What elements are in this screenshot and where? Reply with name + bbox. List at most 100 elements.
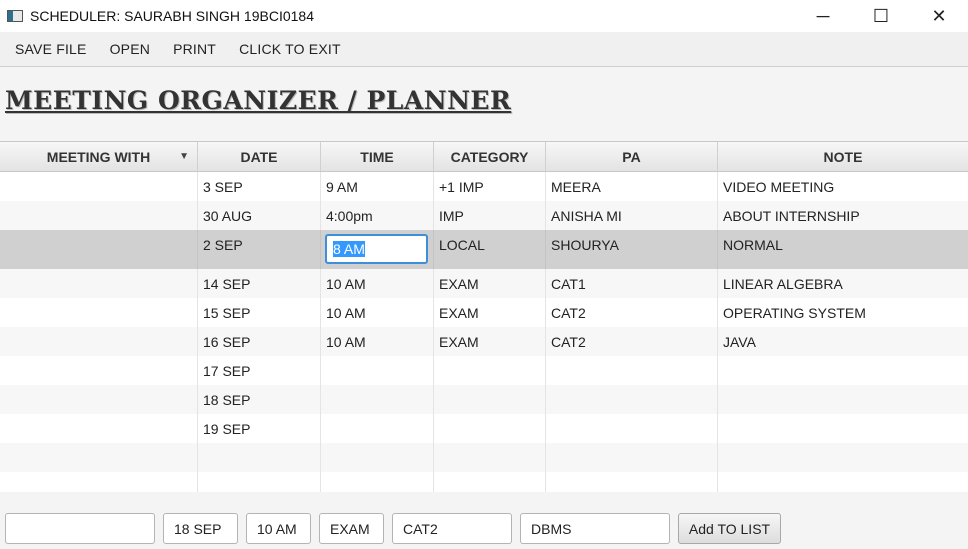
cell-category[interactable]: [434, 443, 546, 472]
cell-meeting-with[interactable]: [0, 298, 198, 327]
table-row[interactable]: 3 SEP 9 AM +1 IMP MEERA VIDEO MEETING: [0, 172, 968, 201]
cell-pa[interactable]: CAT2: [546, 298, 718, 327]
cell-category[interactable]: EXAM: [434, 298, 546, 327]
cell-note[interactable]: [718, 385, 968, 414]
menu-click-to-exit[interactable]: CLICK TO EXIT: [227, 41, 352, 57]
cell-time[interactable]: [321, 385, 434, 414]
cell-category[interactable]: LOCAL: [434, 230, 546, 269]
table-row[interactable]: 15 SEP 10 AM EXAM CAT2 OPERATING SYSTEM: [0, 298, 968, 327]
cell-time[interactable]: [321, 356, 434, 385]
meeting-with-input[interactable]: [5, 513, 155, 544]
date-input[interactable]: 18 SEP: [163, 513, 238, 544]
time-input[interactable]: 10 AM: [246, 513, 311, 544]
cell-time[interactable]: 10 AM: [321, 327, 434, 356]
column-header-pa[interactable]: PA: [546, 142, 718, 171]
cell-time[interactable]: 4:00pm: [321, 201, 434, 230]
table-row[interactable]: [0, 443, 968, 472]
cell-date[interactable]: 14 SEP: [198, 269, 321, 298]
cell-note[interactable]: [718, 414, 968, 443]
cell-date[interactable]: 2 SEP: [198, 230, 321, 269]
cell-note[interactable]: ABOUT INTERNSHIP: [718, 201, 968, 230]
table-row[interactable]: 19 SEP: [0, 414, 968, 443]
cell-note[interactable]: VIDEO MEETING: [718, 172, 968, 201]
cell-time[interactable]: [321, 414, 434, 443]
cell-pa[interactable]: [546, 356, 718, 385]
cell-note[interactable]: [718, 472, 968, 493]
menu-open[interactable]: OPEN: [98, 41, 161, 57]
column-header-meeting-with[interactable]: MEETING WITH ▼: [0, 142, 198, 171]
cell-category[interactable]: [434, 472, 546, 493]
cell-pa[interactable]: CAT2: [546, 327, 718, 356]
close-icon[interactable]: ✕: [910, 0, 968, 32]
note-input[interactable]: DBMS: [520, 513, 670, 544]
table-row[interactable]: 14 SEP 10 AM EXAM CAT1 LINEAR ALGEBRA: [0, 269, 968, 298]
cell-note[interactable]: NORMAL: [718, 230, 968, 269]
cell-meeting-with[interactable]: [0, 356, 198, 385]
cell-category[interactable]: EXAM: [434, 327, 546, 356]
table-row[interactable]: 17 SEP: [0, 356, 968, 385]
cell-category[interactable]: [434, 414, 546, 443]
cell-meeting-with[interactable]: [0, 472, 198, 493]
cell-date[interactable]: 18 SEP: [198, 385, 321, 414]
cell-pa[interactable]: [546, 414, 718, 443]
table-row[interactable]: 18 SEP: [0, 385, 968, 414]
menu-save-file[interactable]: SAVE FILE: [0, 41, 98, 57]
cell-date[interactable]: 30 AUG: [198, 201, 321, 230]
cell-date[interactable]: [198, 472, 321, 493]
maximize-icon[interactable]: ☐: [852, 0, 910, 32]
cell-date[interactable]: 19 SEP: [198, 414, 321, 443]
cell-meeting-with[interactable]: [0, 172, 198, 201]
cell-pa[interactable]: [546, 385, 718, 414]
cell-pa[interactable]: ANISHA MI: [546, 201, 718, 230]
pa-input[interactable]: CAT2: [392, 513, 512, 544]
column-header-note[interactable]: NOTE: [718, 142, 968, 171]
cell-time[interactable]: [321, 443, 434, 472]
window-title: SCHEDULER: SAURABH SINGH 19BCI0184: [30, 8, 314, 24]
cell-category[interactable]: IMP: [434, 201, 546, 230]
cell-date[interactable]: 16 SEP: [198, 327, 321, 356]
cell-category[interactable]: +1 IMP: [434, 172, 546, 201]
cell-pa[interactable]: MEERA: [546, 172, 718, 201]
table-row[interactable]: [0, 472, 968, 493]
sort-descending-icon[interactable]: ▼: [179, 151, 189, 162]
cell-meeting-with[interactable]: [0, 230, 198, 269]
minimize-icon[interactable]: ─: [794, 0, 852, 32]
cell-meeting-with[interactable]: [0, 327, 198, 356]
cell-meeting-with[interactable]: [0, 385, 198, 414]
cell-note[interactable]: OPERATING SYSTEM: [718, 298, 968, 327]
cell-pa[interactable]: SHOURYA: [546, 230, 718, 269]
cell-meeting-with[interactable]: [0, 269, 198, 298]
cell-pa[interactable]: CAT1: [546, 269, 718, 298]
cell-time[interactable]: [321, 472, 434, 493]
cell-pa[interactable]: [546, 443, 718, 472]
cell-time[interactable]: 10 AM: [321, 269, 434, 298]
cell-category[interactable]: [434, 385, 546, 414]
menu-print[interactable]: PRINT: [161, 41, 227, 57]
cell-note[interactable]: [718, 443, 968, 472]
column-header-category[interactable]: CATEGORY: [434, 142, 546, 171]
cell-date[interactable]: 3 SEP: [198, 172, 321, 201]
column-header-date[interactable]: DATE: [198, 142, 321, 171]
cell-note[interactable]: [718, 356, 968, 385]
cell-time[interactable]: 10 AM: [321, 298, 434, 327]
cell-category[interactable]: EXAM: [434, 269, 546, 298]
cell-edit-input[interactable]: 8 AM: [325, 234, 428, 264]
table-row[interactable]: 30 AUG 4:00pm IMP ANISHA MI ABOUT INTERNSHIP: [0, 201, 968, 230]
cell-meeting-with[interactable]: [0, 443, 198, 472]
cell-date[interactable]: 15 SEP: [198, 298, 321, 327]
table-row[interactable]: 16 SEP 10 AM EXAM CAT2 JAVA: [0, 327, 968, 356]
cell-category[interactable]: [434, 356, 546, 385]
cell-time[interactable]: 9 AM: [321, 172, 434, 201]
cell-meeting-with[interactable]: [0, 414, 198, 443]
cell-date[interactable]: 17 SEP: [198, 356, 321, 385]
cell-meeting-with[interactable]: [0, 201, 198, 230]
column-header-time[interactable]: TIME: [321, 142, 434, 171]
cell-note[interactable]: LINEAR ALGEBRA: [718, 269, 968, 298]
cell-pa[interactable]: [546, 472, 718, 493]
add-to-list-button[interactable]: Add TO LIST: [678, 513, 781, 544]
cell-time[interactable]: 8 AM: [321, 230, 434, 269]
cell-note[interactable]: JAVA: [718, 327, 968, 356]
cell-date[interactable]: [198, 443, 321, 472]
selected-table-row[interactable]: 2 SEP 8 AM LOCAL SHOURYA NORMAL: [0, 230, 968, 269]
category-input[interactable]: EXAM: [319, 513, 384, 544]
